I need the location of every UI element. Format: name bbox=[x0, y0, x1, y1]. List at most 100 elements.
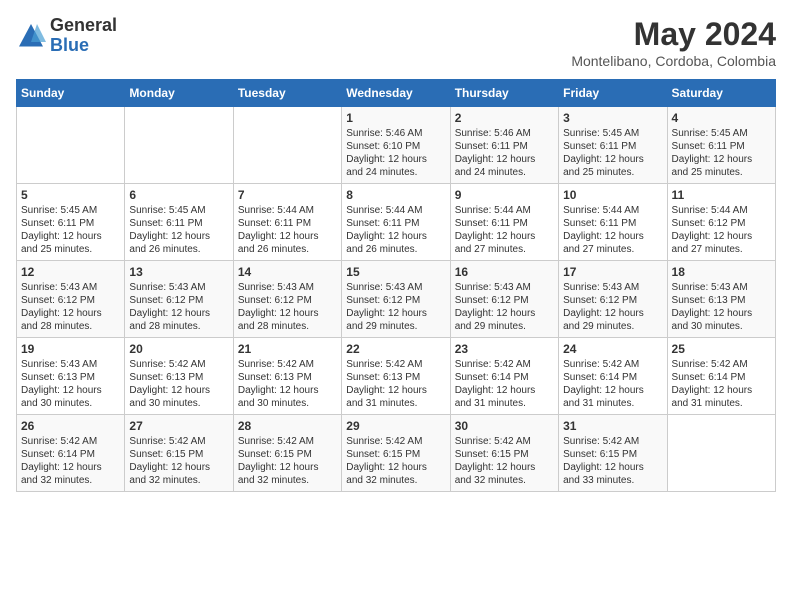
day-info: Sunrise: 5:42 AM Sunset: 6:13 PM Dayligh… bbox=[346, 358, 445, 410]
day-info: Sunrise: 5:43 AM Sunset: 6:12 PM Dayligh… bbox=[455, 281, 554, 333]
calendar-cell: 25 Sunrise: 5:42 AM Sunset: 6:14 PM Dayli… bbox=[667, 338, 775, 415]
calendar-cell: 27 Sunrise: 5:42 AM Sunset: 6:15 PM Dayli… bbox=[125, 415, 233, 492]
day-number: 10 bbox=[563, 188, 662, 202]
day-header-sunday: Sunday bbox=[17, 80, 125, 107]
day-info: Sunrise: 5:43 AM Sunset: 6:12 PM Dayligh… bbox=[563, 281, 662, 333]
month-year-title: May 2024 bbox=[571, 16, 776, 53]
calendar-cell: 16 Sunrise: 5:43 AM Sunset: 6:12 PM Dayli… bbox=[450, 261, 558, 338]
week-row-3: 12Sunrise: 5:43 AM Sunset: 6:12 PM Dayli… bbox=[17, 261, 776, 338]
calendar-cell: 6 Sunrise: 5:45 AM Sunset: 6:11 PM Daylig… bbox=[125, 184, 233, 261]
calendar-cell bbox=[233, 107, 341, 184]
calendar-cell: 24Sunrise: 5:42 AM Sunset: 6:14 PM Dayli… bbox=[559, 338, 667, 415]
day-info: Sunrise: 5:43 AM Sunset: 6:12 PM Dayligh… bbox=[129, 281, 228, 333]
calendar-header: SundayMondayTuesdayWednesdayThursdayFrid… bbox=[17, 80, 776, 107]
day-header-tuesday: Tuesday bbox=[233, 80, 341, 107]
week-row-2: 5 Sunrise: 5:45 AM Sunset: 6:11 PM Daylig… bbox=[17, 184, 776, 261]
calendar-cell: 22 Sunrise: 5:42 AM Sunset: 6:13 PM Dayli… bbox=[342, 338, 450, 415]
day-info: Sunrise: 5:45 AM Sunset: 6:11 PM Dayligh… bbox=[129, 204, 228, 256]
day-info: Sunrise: 5:42 AM Sunset: 6:15 PM Dayligh… bbox=[129, 435, 228, 487]
logo-general-text: General bbox=[50, 16, 117, 36]
day-info: Sunrise: 5:45 AM Sunset: 6:11 PM Dayligh… bbox=[563, 127, 662, 179]
day-header-friday: Friday bbox=[559, 80, 667, 107]
day-info: Sunrise: 5:43 AM Sunset: 6:13 PM Dayligh… bbox=[672, 281, 771, 333]
day-number: 2 bbox=[455, 111, 554, 125]
day-number: 6 bbox=[129, 188, 228, 202]
day-info: Sunrise: 5:46 AM Sunset: 6:11 PM Dayligh… bbox=[455, 127, 554, 179]
calendar-cell: 31 Sunrise: 5:42 AM Sunset: 6:15 PM Dayli… bbox=[559, 415, 667, 492]
day-info: Sunrise: 5:43 AM Sunset: 6:12 PM Dayligh… bbox=[346, 281, 445, 333]
calendar-cell: 2 Sunrise: 5:46 AM Sunset: 6:11 PM Daylig… bbox=[450, 107, 558, 184]
day-number: 29 bbox=[346, 419, 445, 433]
calendar-cell: 10 Sunrise: 5:44 AM Sunset: 6:11 PM Dayli… bbox=[559, 184, 667, 261]
day-info: Sunrise: 5:42 AM Sunset: 6:14 PM Dayligh… bbox=[672, 358, 771, 410]
day-number: 24 bbox=[563, 342, 662, 356]
calendar-cell: 30 Sunrise: 5:42 AM Sunset: 6:15 PM Dayli… bbox=[450, 415, 558, 492]
day-info: Sunrise: 5:42 AM Sunset: 6:13 PM Dayligh… bbox=[129, 358, 228, 410]
calendar-cell: 13Sunrise: 5:43 AM Sunset: 6:12 PM Dayli… bbox=[125, 261, 233, 338]
calendar-cell bbox=[17, 107, 125, 184]
day-number: 28 bbox=[238, 419, 337, 433]
calendar-cell bbox=[667, 415, 775, 492]
calendar-cell: 29 Sunrise: 5:42 AM Sunset: 6:15 PM Dayli… bbox=[342, 415, 450, 492]
calendar-cell: 1Sunrise: 5:46 AM Sunset: 6:10 PM Daylig… bbox=[342, 107, 450, 184]
day-number: 7 bbox=[238, 188, 337, 202]
day-number: 5 bbox=[21, 188, 120, 202]
calendar-cell: 15 Sunrise: 5:43 AM Sunset: 6:12 PM Dayli… bbox=[342, 261, 450, 338]
day-number: 15 bbox=[346, 265, 445, 279]
day-info: Sunrise: 5:43 AM Sunset: 6:12 PM Dayligh… bbox=[21, 281, 120, 333]
day-info: Sunrise: 5:42 AM Sunset: 6:13 PM Dayligh… bbox=[238, 358, 337, 410]
day-number: 1 bbox=[346, 111, 445, 125]
calendar-cell bbox=[125, 107, 233, 184]
day-info: Sunrise: 5:43 AM Sunset: 6:12 PM Dayligh… bbox=[238, 281, 337, 333]
title-block: May 2024 Montelibano, Cordoba, Colombia bbox=[571, 16, 776, 69]
calendar-cell: 11 Sunrise: 5:44 AM Sunset: 6:12 PM Dayli… bbox=[667, 184, 775, 261]
calendar-cell: 5 Sunrise: 5:45 AM Sunset: 6:11 PM Daylig… bbox=[17, 184, 125, 261]
day-number: 14 bbox=[238, 265, 337, 279]
day-info: Sunrise: 5:44 AM Sunset: 6:11 PM Dayligh… bbox=[346, 204, 445, 256]
calendar-cell: 4 Sunrise: 5:45 AM Sunset: 6:11 PM Daylig… bbox=[667, 107, 775, 184]
day-info: Sunrise: 5:42 AM Sunset: 6:15 PM Dayligh… bbox=[563, 435, 662, 487]
calendar-cell: 20Sunrise: 5:42 AM Sunset: 6:13 PM Dayli… bbox=[125, 338, 233, 415]
calendar-cell: 9 Sunrise: 5:44 AM Sunset: 6:11 PM Daylig… bbox=[450, 184, 558, 261]
day-info: Sunrise: 5:44 AM Sunset: 6:11 PM Dayligh… bbox=[238, 204, 337, 256]
day-number: 26 bbox=[21, 419, 120, 433]
day-info: Sunrise: 5:43 AM Sunset: 6:13 PM Dayligh… bbox=[21, 358, 120, 410]
week-row-5: 26Sunrise: 5:42 AM Sunset: 6:14 PM Dayli… bbox=[17, 415, 776, 492]
week-row-1: 1Sunrise: 5:46 AM Sunset: 6:10 PM Daylig… bbox=[17, 107, 776, 184]
calendar-cell: 18Sunrise: 5:43 AM Sunset: 6:13 PM Dayli… bbox=[667, 261, 775, 338]
day-info: Sunrise: 5:44 AM Sunset: 6:12 PM Dayligh… bbox=[672, 204, 771, 256]
day-info: Sunrise: 5:44 AM Sunset: 6:11 PM Dayligh… bbox=[563, 204, 662, 256]
calendar-table: SundayMondayTuesdayWednesdayThursdayFrid… bbox=[16, 79, 776, 492]
day-info: Sunrise: 5:45 AM Sunset: 6:11 PM Dayligh… bbox=[672, 127, 771, 179]
day-number: 9 bbox=[455, 188, 554, 202]
days-of-week-row: SundayMondayTuesdayWednesdayThursdayFrid… bbox=[17, 80, 776, 107]
day-number: 16 bbox=[455, 265, 554, 279]
day-info: Sunrise: 5:44 AM Sunset: 6:11 PM Dayligh… bbox=[455, 204, 554, 256]
day-number: 11 bbox=[672, 188, 771, 202]
day-info: Sunrise: 5:45 AM Sunset: 6:11 PM Dayligh… bbox=[21, 204, 120, 256]
calendar-cell: 7 Sunrise: 5:44 AM Sunset: 6:11 PM Daylig… bbox=[233, 184, 341, 261]
day-number: 25 bbox=[672, 342, 771, 356]
day-info: Sunrise: 5:42 AM Sunset: 6:15 PM Dayligh… bbox=[238, 435, 337, 487]
day-number: 8 bbox=[346, 188, 445, 202]
day-number: 30 bbox=[455, 419, 554, 433]
day-header-monday: Monday bbox=[125, 80, 233, 107]
day-number: 27 bbox=[129, 419, 228, 433]
day-info: Sunrise: 5:42 AM Sunset: 6:15 PM Dayligh… bbox=[346, 435, 445, 487]
calendar-cell: 17Sunrise: 5:43 AM Sunset: 6:12 PM Dayli… bbox=[559, 261, 667, 338]
day-info: Sunrise: 5:42 AM Sunset: 6:15 PM Dayligh… bbox=[455, 435, 554, 487]
calendar-cell: 26Sunrise: 5:42 AM Sunset: 6:14 PM Dayli… bbox=[17, 415, 125, 492]
day-number: 23 bbox=[455, 342, 554, 356]
calendar-cell: 8 Sunrise: 5:44 AM Sunset: 6:11 PM Daylig… bbox=[342, 184, 450, 261]
day-header-thursday: Thursday bbox=[450, 80, 558, 107]
logo-icon bbox=[16, 21, 46, 51]
day-number: 31 bbox=[563, 419, 662, 433]
calendar-cell: 3 Sunrise: 5:45 AM Sunset: 6:11 PM Daylig… bbox=[559, 107, 667, 184]
day-number: 3 bbox=[563, 111, 662, 125]
page-header: General Blue May 2024 Montelibano, Cordo… bbox=[16, 16, 776, 69]
calendar-body: 1Sunrise: 5:46 AM Sunset: 6:10 PM Daylig… bbox=[17, 107, 776, 492]
day-header-saturday: Saturday bbox=[667, 80, 775, 107]
day-number: 22 bbox=[346, 342, 445, 356]
day-number: 4 bbox=[672, 111, 771, 125]
logo-blue-text: Blue bbox=[50, 36, 117, 56]
